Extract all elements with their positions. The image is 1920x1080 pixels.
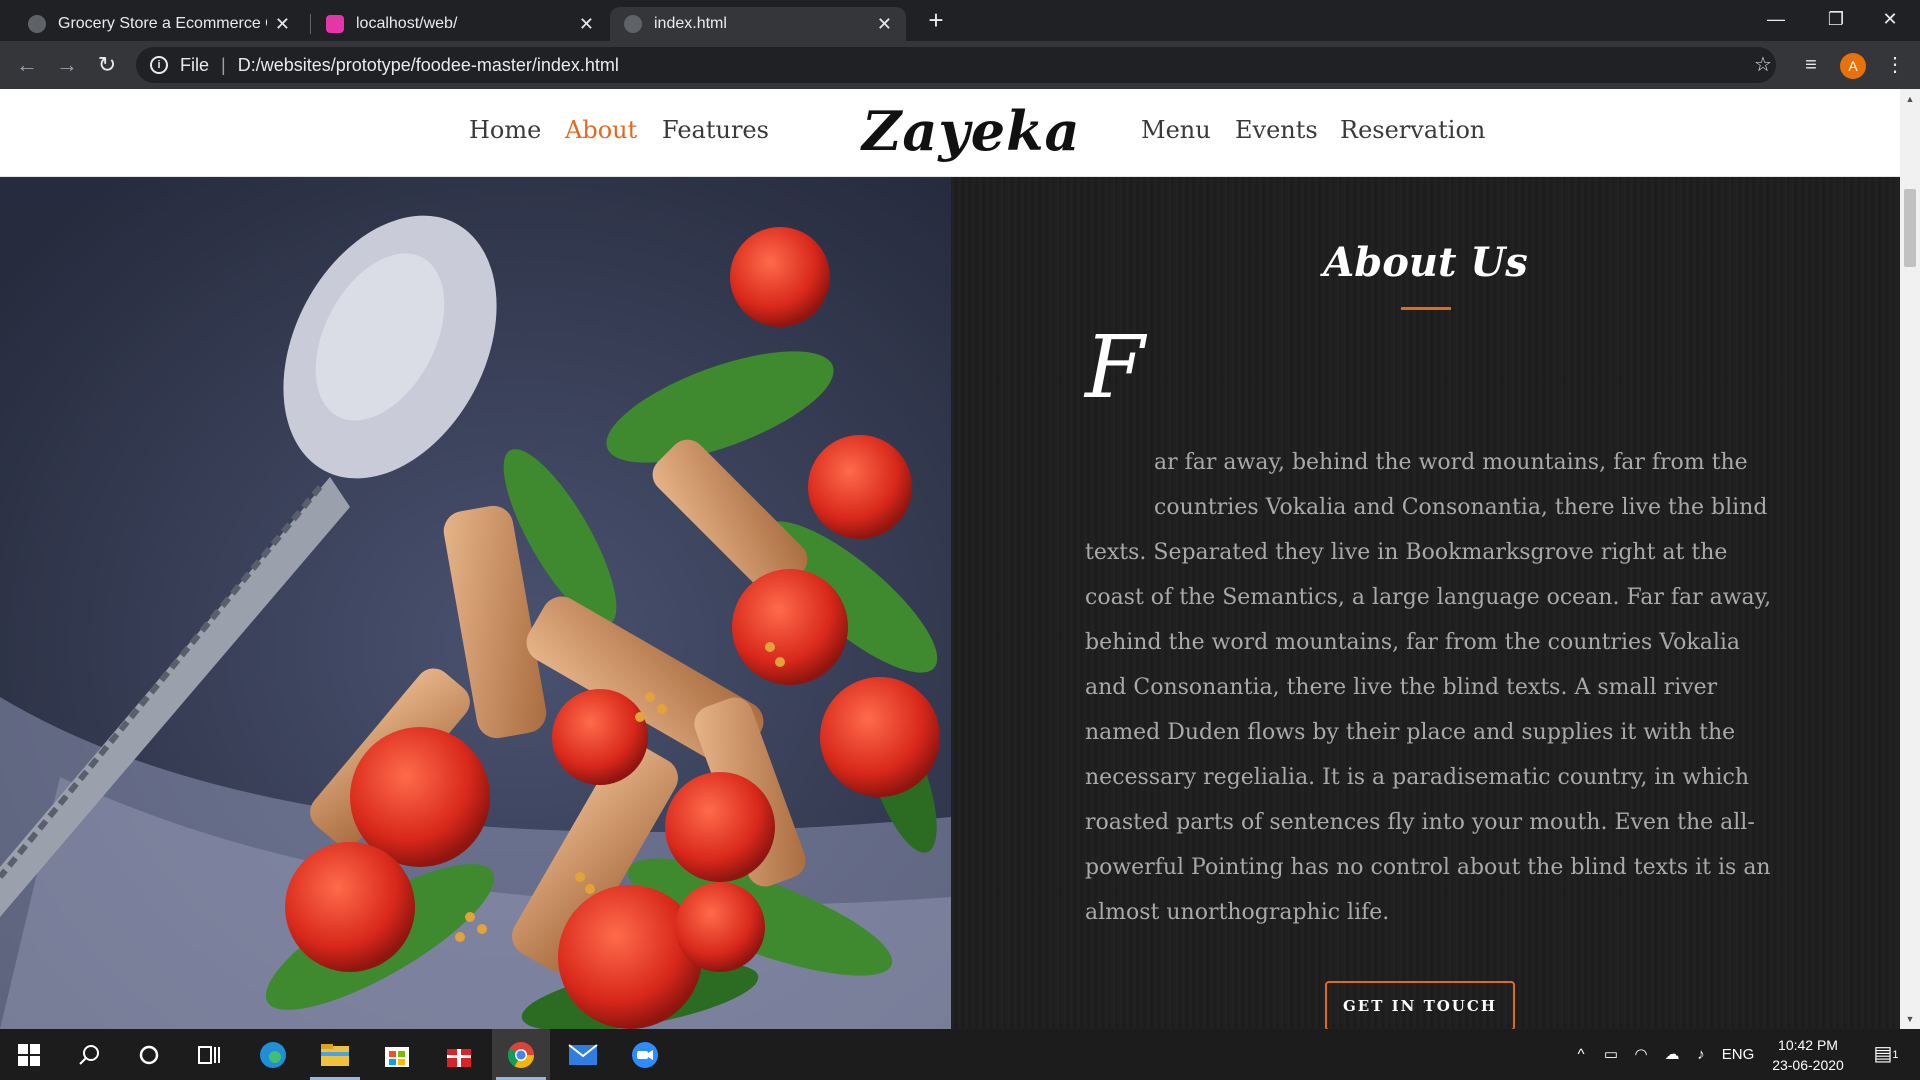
edge-browser-icon bbox=[260, 1041, 286, 1068]
taskbar-edge[interactable] bbox=[244, 1029, 302, 1080]
video-camera-icon bbox=[632, 1041, 658, 1068]
mail-icon bbox=[568, 1043, 598, 1065]
scroll-up-arrow-icon[interactable]: ▲ bbox=[1900, 91, 1920, 107]
new-tab-button[interactable]: + bbox=[922, 6, 950, 34]
notifications-button[interactable]: ▤1 bbox=[1866, 1029, 1906, 1080]
taskbar-zoom[interactable] bbox=[616, 1029, 674, 1080]
store-bag-icon bbox=[385, 1046, 409, 1067]
nav-menu[interactable]: Menu bbox=[1141, 116, 1211, 144]
minimize-button[interactable]: — bbox=[1746, 0, 1806, 40]
about-paragraph-line: almost unorthographic life. bbox=[1085, 900, 1390, 925]
info-icon[interactable]: i bbox=[150, 56, 168, 74]
about-paragraph-line: powerful Pointing has no control about t… bbox=[1085, 855, 1771, 880]
cortana-circle-icon bbox=[139, 1045, 159, 1064]
address-scheme: File bbox=[180, 54, 210, 75]
globe-icon bbox=[28, 15, 46, 33]
gift-icon bbox=[447, 1048, 471, 1067]
scroll-down-arrow-icon[interactable]: ▼ bbox=[1900, 1011, 1920, 1027]
title-divider bbox=[1401, 307, 1451, 310]
reload-button[interactable]: ↻ bbox=[92, 50, 122, 80]
pasta-salad-illustration bbox=[0, 177, 951, 1029]
page-viewport: Home About Features Zayeka Menu Events R… bbox=[0, 89, 1900, 1029]
about-paragraph-line: ar far away, behind the word mountains, … bbox=[1154, 450, 1748, 475]
about-paragraph-line: named Duden flows by their place and sup… bbox=[1085, 720, 1736, 745]
about-title: About Us bbox=[1323, 239, 1528, 286]
food-photo bbox=[0, 177, 951, 1029]
search-button[interactable] bbox=[60, 1029, 118, 1080]
notification-count: 1 bbox=[1892, 1049, 1899, 1061]
close-window-button[interactable]: ✕ bbox=[1860, 0, 1920, 40]
tab-localhost[interactable]: localhost/web/ ✕ bbox=[312, 7, 608, 41]
nav-home[interactable]: Home bbox=[469, 116, 541, 144]
site-navbar: Home About Features Zayeka Menu Events R… bbox=[0, 89, 1900, 177]
windows-logo-icon bbox=[18, 1043, 40, 1066]
about-paragraph-line: and Consonantia, there live the blind te… bbox=[1085, 675, 1718, 700]
taskbar-file-explorer[interactable] bbox=[306, 1029, 364, 1080]
tab-title: index.html bbox=[654, 15, 727, 32]
about-paragraph-line: texts. Separated they live in Bookmarksg… bbox=[1085, 540, 1728, 565]
nav-features[interactable]: Features bbox=[662, 116, 769, 144]
taskbar-store[interactable] bbox=[368, 1029, 426, 1080]
wifi-icon[interactable]: ◠ bbox=[1628, 1029, 1654, 1080]
chrome-icon bbox=[507, 1041, 535, 1068]
forward-button[interactable]: → bbox=[52, 50, 82, 80]
scrollbar-thumb[interactable] bbox=[1904, 189, 1916, 267]
clock-date: 23-06-2020 bbox=[1772, 1057, 1844, 1073]
profile-avatar[interactable]: A bbox=[1840, 53, 1866, 79]
nav-events[interactable]: Events bbox=[1235, 116, 1318, 144]
taskbar-gift-app[interactable] bbox=[430, 1029, 488, 1080]
system-clock[interactable]: 10:42 PM 23-06-2020 bbox=[1758, 1035, 1858, 1075]
globe-icon bbox=[624, 15, 642, 33]
drop-cap: F bbox=[1085, 318, 1145, 418]
about-paragraph-line: countries Vokalia and Consonantia, there… bbox=[1154, 495, 1768, 520]
notification-center-icon: ▤ bbox=[1873, 1043, 1893, 1065]
tab-index[interactable]: index.html ✕ bbox=[610, 7, 906, 41]
onedrive-cloud-icon[interactable]: ☁ bbox=[1658, 1029, 1686, 1080]
start-button[interactable] bbox=[0, 1029, 58, 1080]
nav-about[interactable]: About bbox=[565, 116, 637, 144]
browser-menu-icon[interactable]: ⋮ bbox=[1880, 50, 1910, 80]
nav-reservation[interactable]: Reservation bbox=[1340, 116, 1485, 144]
close-icon[interactable]: ✕ bbox=[579, 14, 594, 35]
about-section: About Us F ar far away, behind the word … bbox=[951, 177, 1900, 1029]
media-control-icon[interactable]: ≡ bbox=[1796, 50, 1826, 80]
task-view-button[interactable] bbox=[180, 1029, 238, 1080]
page-scrollbar[interactable]: ▲ ▼ bbox=[1900, 89, 1920, 1029]
taskbar-chrome[interactable] bbox=[492, 1029, 550, 1080]
app-icon bbox=[326, 15, 344, 33]
about-paragraph-line: coast of the Semantics, a large language… bbox=[1085, 585, 1772, 610]
tab-title: localhost/web/ bbox=[356, 15, 458, 32]
site-logo[interactable]: Zayeka bbox=[862, 99, 1081, 163]
folder-icon bbox=[321, 1043, 349, 1066]
language-indicator[interactable]: ENG bbox=[1718, 1029, 1758, 1080]
about-paragraph-line: behind the word mountains, far from the … bbox=[1085, 630, 1741, 655]
about-paragraph-line: necessary regelialia. It is a paradisema… bbox=[1085, 765, 1750, 790]
restore-button[interactable]: ❐ bbox=[1806, 0, 1866, 40]
task-view-icon bbox=[198, 1045, 220, 1064]
tab-grocery[interactable]: Grocery Store a Ecommerce Onli ✕ bbox=[14, 7, 304, 41]
address-separator: | bbox=[221, 54, 226, 75]
tab-title: Grocery Store a Ecommerce Onli bbox=[58, 15, 267, 32]
about-paragraph-line: roasted parts of sentences fly into your… bbox=[1085, 810, 1755, 835]
address-url: D:/websites/prototype/foodee-master/inde… bbox=[237, 54, 619, 75]
bookmark-star-icon[interactable]: ☆ bbox=[1748, 50, 1778, 80]
browser-toolbar: ← → ↻ i File | D:/websites/prototype/foo… bbox=[0, 41, 1920, 89]
tab-separator bbox=[310, 14, 311, 34]
close-icon[interactable]: ✕ bbox=[275, 14, 290, 35]
taskbar-mail[interactable] bbox=[554, 1029, 612, 1080]
back-button[interactable]: ← bbox=[12, 50, 42, 80]
tab-strip: Grocery Store a Ecommerce Onli ✕ localho… bbox=[0, 0, 1920, 41]
get-in-touch-button[interactable]: GET IN TOUCH bbox=[1325, 981, 1515, 1029]
cortana-button[interactable] bbox=[120, 1029, 178, 1080]
volume-icon[interactable]: ♪ bbox=[1688, 1029, 1714, 1080]
battery-icon[interactable]: ▭ bbox=[1598, 1029, 1624, 1080]
close-icon[interactable]: ✕ bbox=[877, 14, 892, 35]
clock-time: 10:42 PM bbox=[1778, 1037, 1838, 1053]
address-bar[interactable]: i File | D:/websites/prototype/foodee-ma… bbox=[136, 47, 1776, 83]
windows-taskbar: ^ ▭ ◠ ☁ ♪ ENG 10:42 PM 23-06-2020 ▤1 bbox=[0, 1029, 1920, 1080]
tray-overflow-caret-icon[interactable]: ^ bbox=[1568, 1029, 1594, 1080]
search-icon bbox=[79, 1044, 99, 1065]
